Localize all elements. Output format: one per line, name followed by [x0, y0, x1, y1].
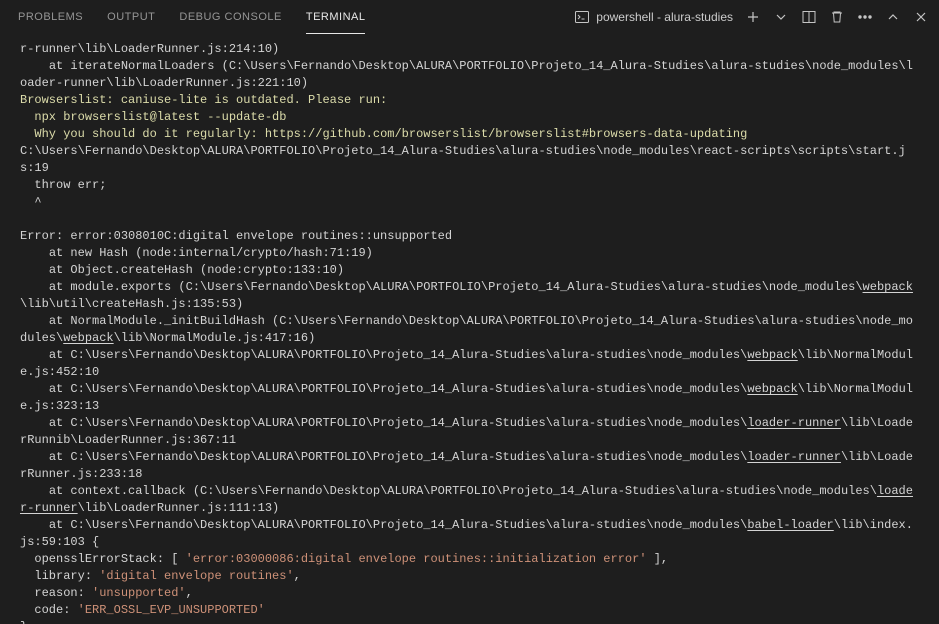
terminal-link[interactable]: webpack — [747, 348, 797, 362]
terminal-line: ^ — [20, 195, 42, 209]
terminal-stack-line: at C:\Users\Fernando\Desktop\ALURA\PORTF… — [20, 518, 913, 549]
more-actions-icon[interactable] — [857, 9, 873, 25]
terminal-link[interactable]: webpack — [863, 280, 913, 294]
terminal-icon — [574, 9, 590, 25]
panel-header-actions: powershell - alura-studies — [574, 9, 929, 25]
terminal-stack-line: at context.callback (C:\Users\Fernando\D… — [20, 484, 913, 515]
terminal-blank-line — [20, 212, 27, 226]
terminal-line: r-runner\lib\LoaderRunner.js:214:10) — [20, 42, 279, 56]
terminal-link[interactable]: loader-runner — [747, 416, 841, 430]
terminal-stack-line: at new Hash (node:internal/crypto/hash:7… — [20, 246, 373, 260]
terminal-stack-line: at C:\Users\Fernando\Desktop\ALURA\PORTF… — [20, 382, 913, 413]
terminal-link[interactable]: loader-runner — [747, 450, 841, 464]
terminal-stack-line: at NormalModule._initBuildHash (C:\Users… — [20, 314, 913, 345]
tab-debug-console[interactable]: DEBUG CONSOLE — [179, 0, 281, 34]
terminal-object-close: } — [20, 620, 27, 624]
terminal-profile-selector[interactable]: powershell - alura-studies — [574, 9, 733, 25]
terminal-line: npx browserslist@latest --update-db — [20, 110, 286, 124]
kill-terminal-icon[interactable] — [829, 9, 845, 25]
terminal-link[interactable]: webpack — [747, 382, 797, 396]
terminal-link[interactable]: babel-loader — [747, 518, 833, 532]
terminal-stack-line: at C:\Users\Fernando\Desktop\ALURA\PORTF… — [20, 416, 913, 447]
terminal-output[interactable]: r-runner\lib\LoaderRunner.js:214:10) at … — [0, 35, 939, 624]
terminal-stack-line: at Object.createHash (node:crypto:133:10… — [20, 263, 344, 277]
panel-tabs: PROBLEMS OUTPUT DEBUG CONSOLE TERMINAL — [18, 0, 365, 34]
chevron-down-icon[interactable] — [773, 9, 789, 25]
maximize-panel-icon[interactable] — [885, 9, 901, 25]
terminal-line: C:\Users\Fernando\Desktop\ALURA\PORTFOLI… — [20, 144, 906, 175]
terminal-link[interactable]: webpack — [63, 331, 113, 345]
tab-terminal[interactable]: TERMINAL — [306, 0, 366, 34]
terminal-object-line: code: 'ERR_OSSL_EVP_UNSUPPORTED' — [20, 603, 265, 617]
terminal-stack-line: at C:\Users\Fernando\Desktop\ALURA\PORTF… — [20, 348, 913, 379]
terminal-profile-label: powershell - alura-studies — [596, 10, 733, 24]
terminal-line: Browserslist: caniuse-lite is outdated. … — [20, 93, 387, 107]
terminal-error-heading: Error: error:0308010C:digital envelope r… — [20, 229, 452, 243]
close-panel-icon[interactable] — [913, 9, 929, 25]
terminal-line: at iterateNormalLoaders (C:\Users\Fernan… — [20, 59, 913, 90]
terminal-object-line: library: 'digital envelope routines', — [20, 569, 301, 583]
terminal-object-line: reason: 'unsupported', — [20, 586, 193, 600]
terminal-stack-line: at module.exports (C:\Users\Fernando\Des… — [20, 280, 913, 311]
split-terminal-icon[interactable] — [801, 9, 817, 25]
new-terminal-icon[interactable] — [745, 9, 761, 25]
panel-header: PROBLEMS OUTPUT DEBUG CONSOLE TERMINAL p… — [0, 0, 939, 35]
terminal-line: throw err; — [20, 178, 106, 192]
terminal-object-line: opensslErrorStack: [ 'error:03000086:dig… — [20, 552, 668, 566]
terminal-stack-line: at C:\Users\Fernando\Desktop\ALURA\PORTF… — [20, 450, 913, 481]
tab-output[interactable]: OUTPUT — [107, 0, 155, 34]
terminal-line: Why you should do it regularly: https://… — [20, 127, 747, 141]
tab-problems[interactable]: PROBLEMS — [18, 0, 83, 34]
